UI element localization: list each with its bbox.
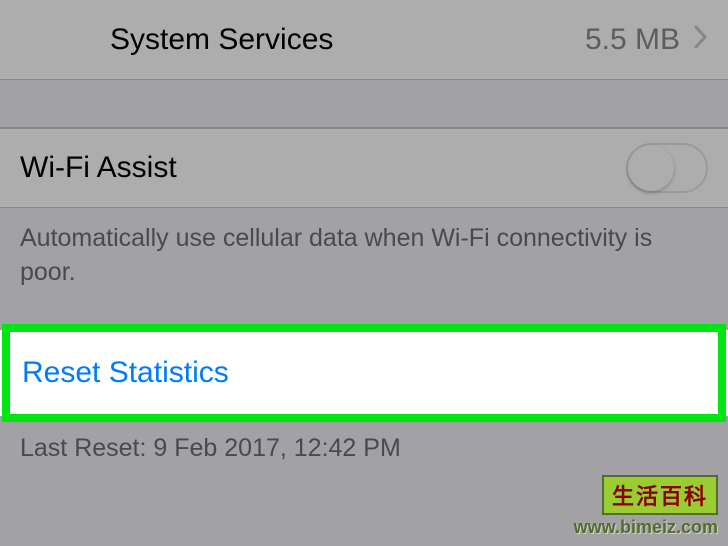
watermark-url: www.bimeiz.com [574, 517, 718, 538]
wifi-assist-row: Wi-Fi Assist [0, 128, 728, 208]
wifi-assist-toggle[interactable] [626, 143, 708, 193]
chevron-right-icon [694, 24, 708, 56]
wifi-assist-label: Wi-Fi Assist [20, 151, 626, 185]
reset-statistics-label: Reset Statistics [22, 356, 229, 390]
reset-statistics-row[interactable]: Reset Statistics [0, 330, 728, 416]
watermark-title: 生活百科 [602, 475, 718, 515]
watermark: 生活百科 www.bimeiz.com [574, 475, 718, 538]
last-reset-text: Last Reset: 9 Feb 2017, 12:42 PM [0, 416, 728, 481]
reset-statistics-highlight: Reset Statistics [0, 330, 728, 416]
wifi-assist-description: Automatically use cellular data when Wi-… [0, 208, 728, 330]
system-services-value: 5.5 MB [585, 23, 680, 57]
section-gap [0, 80, 728, 128]
system-services-label: System Services [110, 23, 585, 57]
system-services-row[interactable]: System Services 5.5 MB [0, 0, 728, 80]
toggle-knob [628, 145, 674, 191]
